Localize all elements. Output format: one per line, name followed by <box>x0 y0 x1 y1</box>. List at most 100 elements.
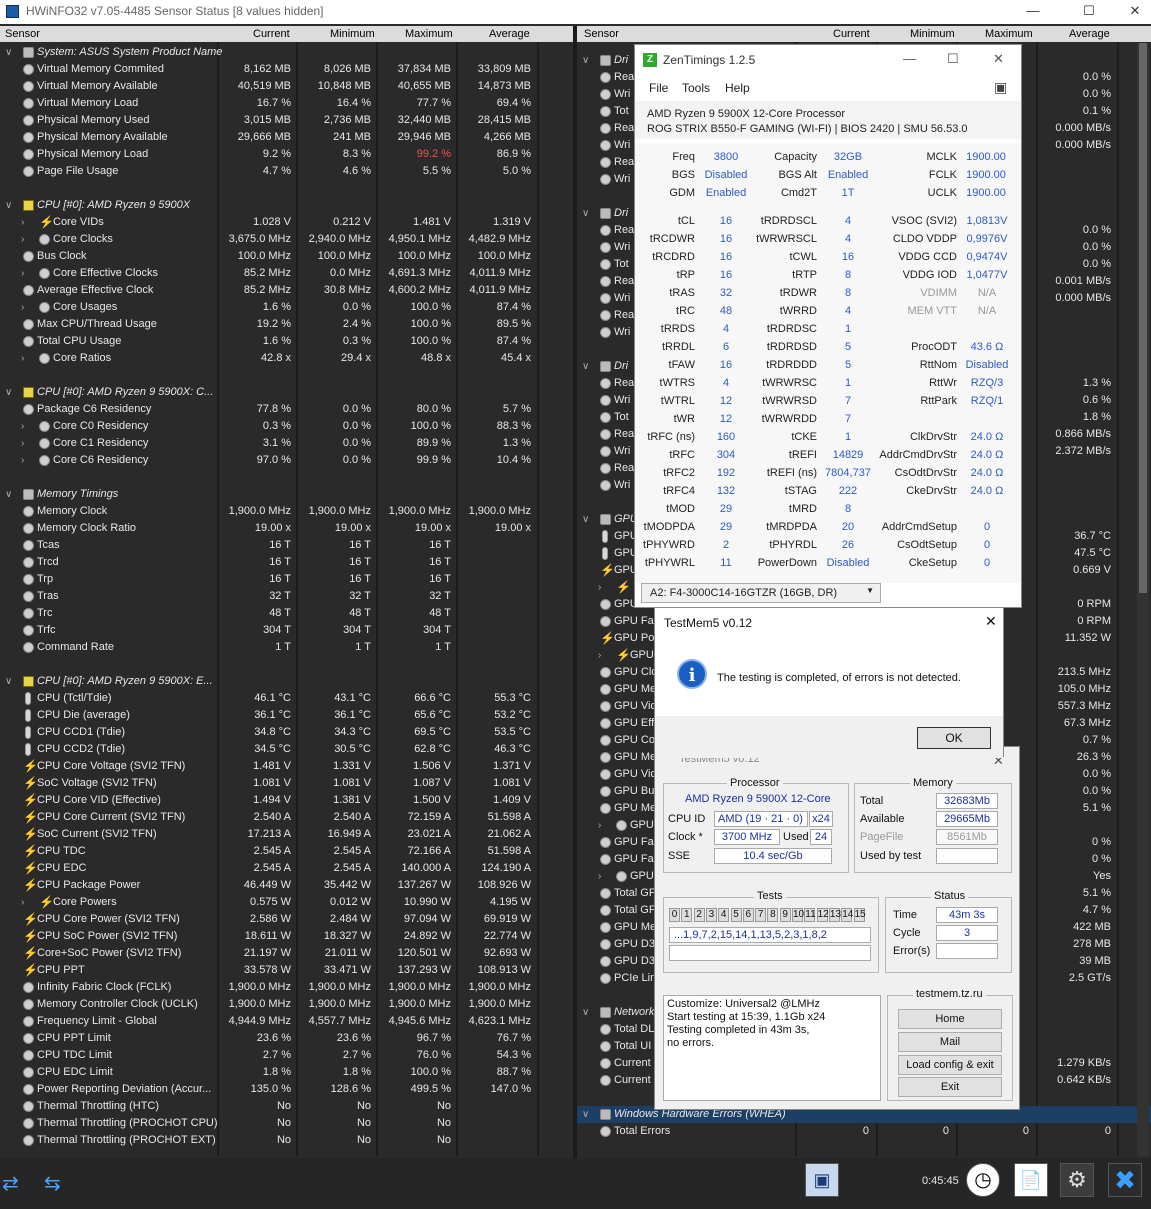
sensor-row[interactable]: ⚡ CPU EDC 2.545 A 2.545 A 140.000 A 124.190 A <box>0 860 573 877</box>
col-maximum[interactable]: Maximum <box>405 28 453 40</box>
sensor-row[interactable]: Trp 16 T 16 T 16 T <box>0 571 573 588</box>
sensor-row[interactable]: Virtual Memory Available 40,519 MB 10,848 … <box>0 78 573 95</box>
sensor-row[interactable]: Virtual Memory Load 16.7 % 16.4 % 77.7 % 69.… <box>0 95 573 112</box>
col-current-right[interactable]: Current <box>833 28 870 40</box>
minimize-button[interactable]: — <box>1010 0 1056 24</box>
sensor-row[interactable]: › Core Ratios 42.8 x 29.4 x 48.8 x 45.4 x <box>0 350 573 367</box>
collapse-chevron-icon[interactable]: ∨ <box>5 44 12 61</box>
load-config-exit-button[interactable]: Load config & exit <box>898 1055 1002 1075</box>
nav-right-icon[interactable]: ⇆ <box>44 1174 78 1194</box>
col-sensor-right[interactable]: Sensor <box>584 28 619 40</box>
sensor-row[interactable]: Power Reporting Deviation (Accur... 135.0… <box>0 1081 573 1098</box>
menu-file[interactable]: File <box>649 81 668 95</box>
sensor-row[interactable]: Memory Clock Ratio 19.00 x 19.00 x 19.00 x 1… <box>0 520 573 537</box>
sensor-row[interactable]: › ⚡ Core Powers 0.575 W 0.012 W 10.990 W 4.195… <box>0 894 573 911</box>
sensor-row[interactable]: › Core C1 Residency 3.1 % 0.0 % 89.9 % 1.3 % <box>0 435 573 452</box>
sensor-row[interactable]: Thermal Throttling (HTC) No No No <box>0 1098 573 1115</box>
monitor-icon[interactable]: ▣ <box>805 1163 839 1197</box>
sensor-row[interactable]: Physical Memory Available 29,666 MB 241 MB… <box>0 129 573 146</box>
sensor-row[interactable]: ⚡ CPU Core Voltage (SVI2 TFN) 1.481 V 1.331… <box>0 758 573 775</box>
col-maximum-right[interactable]: Maximum <box>985 28 1033 40</box>
col-minimum-right[interactable]: Minimum <box>910 28 955 40</box>
expand-chevron-icon[interactable]: › <box>21 452 24 469</box>
sensor-row[interactable]: Virtual Memory Commited 8,162 MB 8,026 MB 3… <box>0 61 573 78</box>
sensor-row[interactable]: Trc 48 T 48 T 48 T <box>0 605 573 622</box>
dialog-close-button[interactable]: ✕ <box>985 613 997 630</box>
exit-button[interactable]: Exit <box>898 1077 1002 1097</box>
sensor-row[interactable]: Command Rate 1 T 1 T 1 T <box>0 639 573 656</box>
sensor-row[interactable]: › Core Effective Clocks 85.2 MHz 0.0 MHz 4,6… <box>0 265 573 282</box>
module-select[interactable]: A2: F4-3000C14-16GTZR (16GB, DR) ▼ <box>641 583 881 603</box>
sensor-row[interactable]: Tras 32 T 32 T 32 T <box>0 588 573 605</box>
sensor-group-header[interactable]: ∨ System: ASUS System Product Name <box>0 44 573 61</box>
expand-chevron-icon[interactable]: › <box>21 350 24 367</box>
sensor-row[interactable]: CPU CCD2 (Tdie) 34.5 °C 30.5 °C 62.8 °C 46.3… <box>0 741 573 758</box>
sensor-row[interactable]: ⚡ CPU Core VID (Effective) 1.494 V 1.381 V 1… <box>0 792 573 809</box>
sensor-row[interactable]: CPU CCD1 (Tdie) 34.8 °C 34.3 °C 69.5 °C 53.5… <box>0 724 573 741</box>
col-sensor[interactable]: Sensor <box>5 28 40 40</box>
col-current[interactable]: Current <box>253 28 290 40</box>
sensor-row[interactable]: Thermal Throttling (PROCHOT EXT) No No No <box>0 1132 573 1149</box>
zen-minimize-button[interactable]: — <box>903 51 916 66</box>
sensor-row[interactable]: Total CPU Usage 1.6 % 0.3 % 100.0 % 87.4 % <box>0 333 573 350</box>
mail-button[interactable]: Mail <box>898 1032 1002 1052</box>
collapse-chevron-icon[interactable]: ∨ <box>5 673 12 690</box>
camera-icon[interactable]: ▣ <box>994 79 1007 96</box>
sensor-row[interactable]: Frequency Limit - Global 4,944.9 MHz 4,557… <box>0 1013 573 1030</box>
sensor-row[interactable]: › Core Clocks 3,675.0 MHz 2,940.0 MHz 4,950.… <box>0 231 573 248</box>
sensor-row[interactable]: Memory Controller Clock (UCLK) 1,900.0 MH… <box>0 996 573 1013</box>
sensor-row[interactable]: Average Effective Clock 85.2 MHz 30.8 MHz 4… <box>0 282 573 299</box>
collapse-chevron-icon[interactable]: ∨ <box>5 384 12 401</box>
sensor-row[interactable]: Trfc 304 T 304 T 304 T <box>0 622 573 639</box>
sensor-row[interactable]: Physical Memory Load 9.2 % 8.3 % 99.2 % 86.9… <box>0 146 573 163</box>
clock-icon[interactable]: ◷ <box>966 1163 1000 1197</box>
menu-help[interactable]: Help <box>725 81 750 95</box>
sensor-row[interactable]: Infinity Fabric Clock (FCLK) 1,900.0 MHz 1… <box>0 979 573 996</box>
sensor-row[interactable]: Memory Clock 1,900.0 MHz 1,900.0 MHz 1,900.… <box>0 503 573 520</box>
sensor-row[interactable]: Total Errors 0 0 0 0 <box>577 1123 1151 1140</box>
ok-button[interactable]: OK <box>917 727 991 749</box>
sensor-row[interactable]: › ⚡ Core VIDs 1.028 V 0.212 V 1.481 V 1.319 V <box>0 214 573 231</box>
sensor-row[interactable]: Page File Usage 4.7 % 4.6 % 5.5 % 5.0 % <box>0 163 573 180</box>
collapse-chevron-icon[interactable]: ∨ <box>5 486 12 503</box>
collapse-chevron-icon[interactable]: ∨ <box>582 358 589 375</box>
collapse-chevron-icon[interactable]: ∨ <box>582 1004 589 1021</box>
zen-close-button[interactable]: ✕ <box>993 51 1004 67</box>
sensor-row[interactable]: CPU TDC Limit 2.7 % 2.7 % 76.0 % 54.3 % <box>0 1047 573 1064</box>
sensor-row[interactable]: Thermal Throttling (PROCHOT CPU) No No No <box>0 1115 573 1132</box>
sensor-row[interactable]: › Core C0 Residency 0.3 % 0.0 % 100.0 % 88.3 … <box>0 418 573 435</box>
expand-chevron-icon[interactable]: › <box>21 894 24 911</box>
sensor-row[interactable]: ⚡ CPU PPT 33.578 W 33.471 W 137.293 W 108.913… <box>0 962 573 979</box>
home-button[interactable]: Home <box>898 1009 1002 1029</box>
sensor-row[interactable]: ⚡ SoC Voltage (SVI2 TFN) 1.081 V 1.081 V 1.0… <box>0 775 573 792</box>
sensor-row[interactable]: ⚡ CPU Package Power 46.449 W 35.442 W 137.26… <box>0 877 573 894</box>
zen-maximize-button[interactable]: ☐ <box>947 51 959 67</box>
sensor-row[interactable]: › Core Usages 1.6 % 0.0 % 100.0 % 87.4 % <box>0 299 573 316</box>
collapse-chevron-icon[interactable]: ∨ <box>582 1106 589 1123</box>
sensor-row[interactable]: › Core C6 Residency 97.0 % 0.0 % 99.9 % 10.4 … <box>0 452 573 469</box>
maximize-button[interactable]: ☐ <box>1066 0 1112 24</box>
sensor-row[interactable]: ⚡ CPU Core Power (SVI2 TFN) 2.586 W 2.484 W… <box>0 911 573 928</box>
col-average-right[interactable]: Average <box>1069 28 1110 40</box>
sensor-group-header[interactable]: ∨ CPU [#0]: AMD Ryzen 9 5900X: C... <box>0 384 573 401</box>
sensor-group-header[interactable]: ∨ Memory Timings <box>0 486 573 503</box>
sensor-group-header[interactable]: ∨ CPU [#0]: AMD Ryzen 9 5900X: E... <box>0 673 573 690</box>
sensor-row[interactable]: Max CPU/Thread Usage 19.2 % 2.4 % 100.0 % 89… <box>0 316 573 333</box>
scrollbar[interactable] <box>1137 43 1149 1156</box>
sensor-row[interactable]: Physical Memory Used 3,015 MB 2,736 MB 32,4… <box>0 112 573 129</box>
expand-chevron-icon[interactable]: › <box>21 265 24 282</box>
close-button[interactable]: ✕ <box>1112 0 1151 24</box>
expand-chevron-icon[interactable]: › <box>21 214 24 231</box>
sensor-row[interactable]: Package C6 Residency 77.8 % 0.0 % 80.0 % 5.7… <box>0 401 573 418</box>
sensor-group-header[interactable]: ∨ CPU [#0]: AMD Ryzen 9 5900X <box>0 197 573 214</box>
sensor-row[interactable]: ⚡ CPU TDC 2.545 A 2.545 A 72.166 A 51.598 A <box>0 843 573 860</box>
expand-chevron-icon[interactable]: › <box>598 647 601 664</box>
report-icon[interactable]: 📄 <box>1014 1163 1048 1197</box>
expand-chevron-icon[interactable]: › <box>598 579 601 596</box>
log-textarea[interactable]: Customize: Universal2 @LMHz Start testin… <box>663 995 881 1101</box>
col-average[interactable]: Average <box>489 28 530 40</box>
expand-chevron-icon[interactable]: › <box>21 299 24 316</box>
sensor-row[interactable]: Tcas 16 T 16 T 16 T <box>0 537 573 554</box>
expand-chevron-icon[interactable]: › <box>598 817 601 834</box>
expand-chevron-icon[interactable]: › <box>21 418 24 435</box>
